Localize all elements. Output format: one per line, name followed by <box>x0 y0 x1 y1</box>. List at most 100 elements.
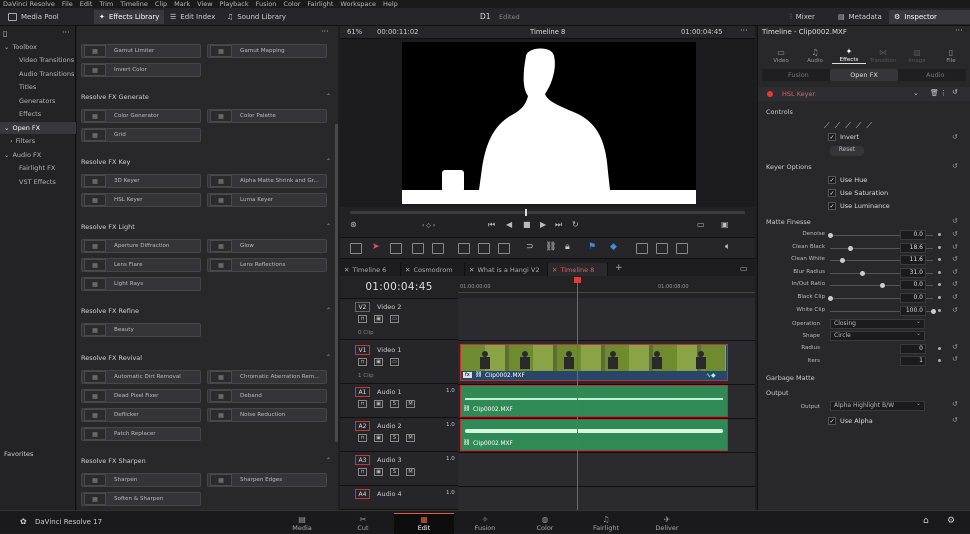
playhead[interactable] <box>574 277 581 510</box>
page-cut[interactable]: ✂ Cut <box>333 513 393 534</box>
keyframe-dot-icon[interactable] <box>938 245 941 249</box>
volume-icon[interactable]: 🔈︎ <box>725 242 730 252</box>
play-reverse-icon[interactable]: ◀ <box>506 220 512 229</box>
fx-noise-reduction[interactable]: ▦ Noise Reduction <box>207 408 327 422</box>
menu-color[interactable]: Color <box>283 0 300 8</box>
track-name[interactable]: Video 1 <box>377 346 401 354</box>
use-luminance-checkbox[interactable]: ✓ Use Luminance <box>828 202 890 210</box>
reset-icon[interactable]: ↺ <box>952 306 958 314</box>
output-section[interactable]: Output <box>766 389 789 397</box>
fx-deband[interactable]: ▦ Deband <box>207 389 327 403</box>
preset-icon[interactable]: ⌄ <box>913 89 919 97</box>
fx-sharpen[interactable]: ▦ Sharpen <box>81 473 201 487</box>
flag-icon[interactable]: ⚑ <box>588 242 596 252</box>
param-slider-knob[interactable] <box>828 296 833 301</box>
track-tag[interactable]: V1 <box>355 345 370 355</box>
link-icon[interactable]: ⛓ <box>545 242 556 252</box>
keyer-options-section[interactable]: Keyer Options <box>766 163 812 171</box>
reset-icon[interactable]: ↺ <box>952 400 958 408</box>
track-tag[interactable]: A3 <box>355 455 370 465</box>
keyframe-dot-icon[interactable] <box>938 283 941 287</box>
page-fairlight[interactable]: ♫ Fairlight <box>576 513 636 534</box>
fx-alpha-matte-shrink[interactable]: ▦ Alpha Matte Shrink and Gr... <box>207 174 327 188</box>
track-name[interactable]: Audio 2 <box>377 422 402 430</box>
reset-icon[interactable]: ↺ <box>952 343 958 351</box>
page-deliver[interactable]: ✈ Deliver <box>637 513 697 534</box>
home-icon[interactable]: ⌂ <box>923 516 929 526</box>
use-saturation-checkbox[interactable]: ✓ Use Saturation <box>828 189 888 197</box>
subtab-fusion[interactable]: Fusion <box>788 71 809 79</box>
zoom-dropdown[interactable]: 61% <box>347 28 362 36</box>
output-dropdown[interactable]: Alpha Highlight B/W <box>830 400 925 411</box>
layout-icon[interactable] <box>350 243 362 254</box>
settings-icon[interactable]: ⚙ <box>947 516 955 526</box>
menu-app[interactable]: DaVinci Resolve <box>3 0 55 8</box>
scrub-head[interactable] <box>525 209 527 216</box>
use-hue-checkbox[interactable]: ✓ Use Hue <box>828 176 867 184</box>
inspector-button[interactable]: ⚙ Inspector <box>889 10 970 24</box>
controls-section[interactable]: Controls <box>766 108 793 116</box>
fx-soften-sharpen[interactable]: ▦ Soften & Sharpen <box>81 492 201 506</box>
param-value[interactable]: 31.0 <box>900 267 926 278</box>
more-options-icon[interactable]: ··· <box>955 26 963 35</box>
track-tag[interactable]: A2 <box>355 421 370 431</box>
auto-select-icon[interactable]: ▣ <box>374 468 383 476</box>
lock-icon[interactable]: ⊓ <box>358 434 367 442</box>
page-edit[interactable]: ▦ Edit <box>394 513 454 534</box>
audio-clip-a2[interactable]: ⛓ Clip0002.MXF <box>460 419 728 451</box>
track-header-a3[interactable]: A3 Audio 3 1.0 ⊓ ▣ S M <box>340 452 458 486</box>
tab-transition[interactable]: ⋈ Transition <box>866 40 900 64</box>
library-scrollbar[interactable] <box>335 124 338 442</box>
category-sharpen[interactable]: Resolve FX Sharpen ⌃ <box>81 457 333 468</box>
category-revival[interactable]: Resolve FX Revival ⌃ <box>81 354 333 365</box>
auto-select-icon[interactable]: ▣ <box>374 358 383 366</box>
sound-library-button[interactable]: ♫ Sound Library <box>222 10 291 24</box>
auto-select-icon[interactable]: ▣ <box>374 315 383 323</box>
replace-clip-icon[interactable] <box>498 243 510 254</box>
auto-select-icon[interactable]: ▣ <box>374 400 383 408</box>
fx-sharpen-edges[interactable]: ▦ Sharpen Edges <box>207 473 327 487</box>
lock-icon[interactable]: ⊓ <box>358 358 367 366</box>
tab-file[interactable]: ▯ File <box>934 40 968 64</box>
category-refine[interactable]: Resolve FX Refine ⌃ <box>81 307 333 318</box>
more-options-icon[interactable]: ··· <box>740 26 748 35</box>
radius-input[interactable]: 0 <box>900 344 926 354</box>
lock-icon[interactable]: ⊓ <box>358 468 367 476</box>
play-icon[interactable]: ▶ <box>540 220 546 229</box>
tree-item-audio-transitions[interactable]: Audio Transitions <box>0 68 76 80</box>
keyframe-dot-icon[interactable] <box>938 308 941 312</box>
solo-button[interactable]: S <box>390 434 399 442</box>
page-media[interactable]: ▤ Media <box>272 513 332 534</box>
tab-cosmodrom[interactable]: ✕ Cosmodrom <box>401 263 465 276</box>
tree-item-filters[interactable]: › Filters <box>0 135 76 147</box>
menu-clip[interactable]: Clip <box>155 0 167 8</box>
menu-mark[interactable]: Mark <box>174 0 190 8</box>
reset-icon[interactable]: ↺ <box>952 217 958 225</box>
fx-invert-color[interactable]: ▦ Invert Color <box>81 63 201 77</box>
tab-effects[interactable]: ✦ Effects <box>832 40 866 64</box>
reset-icon[interactable]: ↺ <box>952 243 958 251</box>
fx-gamut-limiter[interactable]: ▦ Gamut Limiter <box>81 44 201 58</box>
reset-icon[interactable]: ↺ <box>952 416 958 424</box>
drag-handle-icon[interactable]: ⋮ <box>940 89 947 97</box>
close-icon[interactable]: ✕ <box>344 266 349 274</box>
close-icon[interactable]: ✕ <box>469 266 474 274</box>
iters-input[interactable]: 1 <box>900 356 926 366</box>
param-slider-knob[interactable] <box>840 258 846 264</box>
fx-lens-reflections[interactable]: ▦ Lens Reflections <box>207 258 327 272</box>
marker-icon[interactable]: ◆ <box>610 242 617 252</box>
keyframe-icon[interactable]: ∿◆ <box>706 372 716 379</box>
page-fusion[interactable]: ✧ Fusion <box>455 513 515 534</box>
page-color[interactable]: ◍ Color <box>515 513 575 534</box>
param-slider-knob[interactable] <box>847 245 853 251</box>
fx-3d-keyer[interactable]: ▦ 3D Keyer <box>81 174 201 188</box>
metadata-button[interactable]: ▤ Metadata <box>833 10 887 24</box>
zoom-full-icon[interactable] <box>636 243 648 254</box>
trim-tool-icon[interactable] <box>390 243 402 254</box>
invert-checkbox[interactable]: ✓ Invert <box>828 133 859 141</box>
param-value[interactable]: 18.6 <box>900 242 926 253</box>
viewer-scrubber[interactable] <box>350 209 745 216</box>
reset-icon[interactable]: ↺ <box>952 255 958 263</box>
close-icon[interactable]: ✕ <box>552 266 557 274</box>
menu-timeline[interactable]: Timeline <box>120 0 148 8</box>
